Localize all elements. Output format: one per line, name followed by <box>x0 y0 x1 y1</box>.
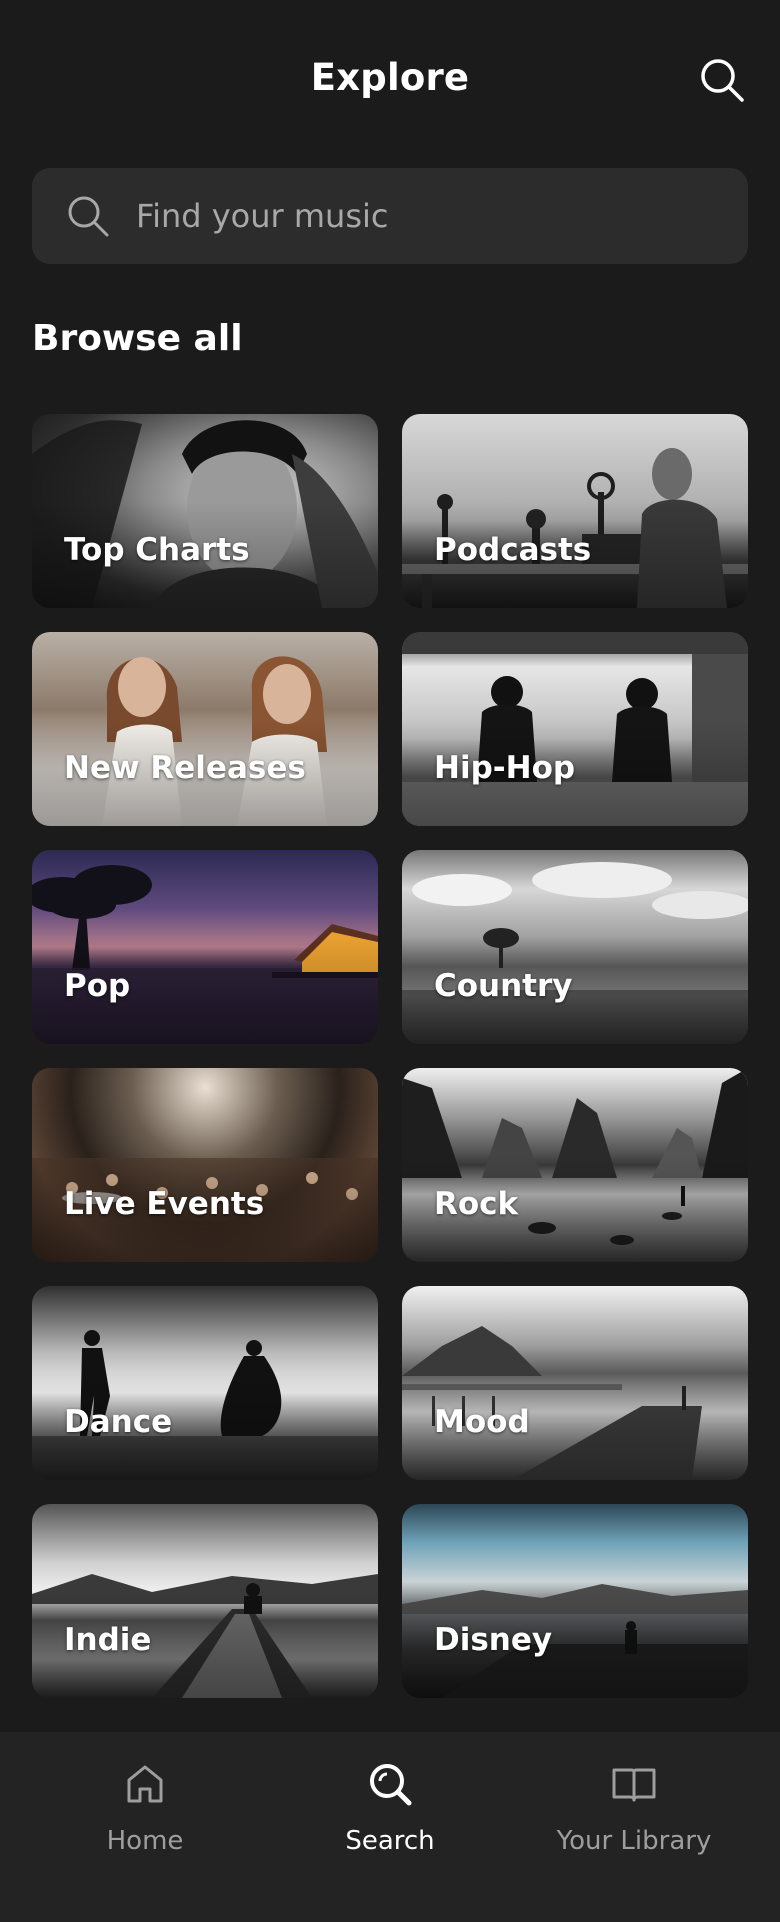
home-icon <box>127 1765 163 1803</box>
category-label: Dance <box>64 1404 173 1440</box>
category-tile-country[interactable]: Country <box>402 850 748 1044</box>
header: Explore <box>0 0 780 160</box>
category-tile-rock[interactable]: Rock <box>402 1068 748 1262</box>
category-label: Hip-Hop <box>434 750 576 786</box>
category-tile-disney[interactable]: Disney <box>402 1504 748 1698</box>
category-label: Indie <box>64 1622 152 1658</box>
browse-all-heading: Browse all <box>32 318 243 359</box>
category-label: Podcasts <box>434 532 592 568</box>
category-tile-hip-hop[interactable]: Hip-Hop <box>402 632 748 826</box>
category-tile-pop[interactable]: Pop <box>32 850 378 1044</box>
nav-label-your-library: Your Library <box>556 1826 712 1856</box>
category-label: Country <box>434 968 573 1004</box>
page-title: Explore <box>310 56 470 99</box>
header-search-button[interactable] <box>698 56 746 104</box>
category-label: Rock <box>434 1186 519 1222</box>
nav-label-home: Home <box>106 1826 184 1856</box>
category-tile-indie[interactable]: Indie <box>32 1504 378 1698</box>
nav-item-your-library[interactable]: Your Library <box>514 1760 754 1880</box>
category-tile-live-events[interactable]: Live Events <box>32 1068 378 1262</box>
nav-label-search: Search <box>345 1826 435 1856</box>
category-label: Mood <box>434 1404 530 1440</box>
category-label: Top Charts <box>64 532 250 568</box>
bottom-navigation: Home Search Your Library <box>0 1732 780 1922</box>
search-icon <box>370 1764 412 1806</box>
category-label: Live Events <box>64 1186 265 1222</box>
category-label: Pop <box>64 968 131 1004</box>
category-tile-top-charts[interactable]: Top Charts <box>32 414 378 608</box>
explore-screen: Explore Browse all Top Charts <box>0 0 780 1922</box>
category-label: Disney <box>434 1622 553 1658</box>
nav-item-home[interactable]: Home <box>25 1760 265 1880</box>
category-tile-podcasts[interactable]: Podcasts <box>402 414 748 608</box>
nav-item-search[interactable]: Search <box>270 1760 510 1880</box>
category-tile-dance[interactable]: Dance <box>32 1286 378 1480</box>
library-book-icon <box>612 1768 656 1802</box>
search-icon <box>701 59 744 102</box>
category-tile-new-releases[interactable]: New Releases <box>32 632 378 826</box>
category-label: New Releases <box>64 750 306 786</box>
category-grid: Top Charts Podcasts New Releases Hip-Hop… <box>32 414 748 1698</box>
search-bar[interactable] <box>32 168 748 264</box>
category-tile-mood[interactable]: Mood <box>402 1286 748 1480</box>
search-icon <box>68 196 109 237</box>
search-input[interactable] <box>136 168 716 264</box>
